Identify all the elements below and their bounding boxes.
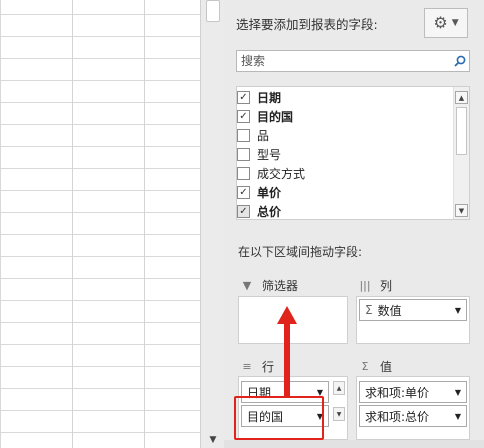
filter-icon: ▼ xyxy=(242,278,252,292)
columns-icon: ||| xyxy=(359,278,371,292)
scroll-down-arrow-icon[interactable]: ▼ xyxy=(205,434,221,446)
pivot-field-list-panel: 选择要添加到报表的字段: ⚙ ▼ ✓ 日期 ✓ 目的国 品 型号 成交方式 xyxy=(224,0,484,448)
chevron-down-icon[interactable]: ▼ xyxy=(455,306,461,315)
scroll-down-arrow-icon[interactable]: ▼ xyxy=(333,407,345,421)
chip-label: 数值 xyxy=(377,303,402,318)
search-input[interactable] xyxy=(237,51,451,71)
value-field-chip-unit-price[interactable]: 求和项:单价 ▼ xyxy=(359,381,467,403)
checkbox-unchecked[interactable] xyxy=(237,167,250,180)
field-label: 日期 xyxy=(257,91,282,105)
sigma-icon: Σ xyxy=(361,359,369,373)
field-label: 总价 xyxy=(257,205,282,219)
field-label: 品 xyxy=(257,129,270,143)
field-label: 型号 xyxy=(257,148,282,162)
columns-drop-area[interactable]: Σ 数值 ▼ xyxy=(356,296,470,344)
values-drop-area[interactable]: 求和项:单价 ▼ 求和项:总价 ▼ xyxy=(356,376,470,440)
checkbox-checked[interactable]: ✓ xyxy=(237,186,250,199)
chip-label: 求和项:总价 xyxy=(365,409,430,424)
scroll-up-arrow-icon[interactable]: ▲ xyxy=(333,381,345,395)
zone-title: 列 xyxy=(380,278,393,293)
rows-icon: ≡ xyxy=(242,359,252,373)
sigma-icon: Σ xyxy=(365,303,373,317)
panel-bottom-edge xyxy=(224,440,484,448)
spreadsheet-grid[interactable] xyxy=(0,0,200,448)
chevron-down-icon[interactable]: ▼ xyxy=(455,388,461,397)
column-divider xyxy=(144,0,145,448)
field-item-model[interactable]: 型号 xyxy=(237,145,281,164)
annotation-highlight-box xyxy=(234,396,324,440)
field-item-unit-price[interactable]: ✓ 单价 xyxy=(237,183,281,202)
chevron-down-icon: ▼ xyxy=(451,18,459,28)
filters-zone-header: ▼ 筛选器 xyxy=(240,276,298,294)
field-item-trade-term[interactable]: 成交方式 xyxy=(237,164,305,183)
rows-zone-header: ≡ 行 xyxy=(240,357,274,375)
chevron-down-icon[interactable]: ▼ xyxy=(455,412,461,421)
checkbox-unchecked[interactable] xyxy=(237,148,250,161)
search-icon[interactable] xyxy=(451,51,469,71)
field-list: ✓ 日期 ✓ 目的国 品 型号 成交方式 ✓ 单价 ✓ 总价 ▲ ▼ xyxy=(236,86,470,220)
annotation-arrow-icon xyxy=(277,306,297,398)
field-label: 目的国 xyxy=(257,110,294,124)
chip-label: 求和项:单价 xyxy=(365,385,430,400)
zone-title: 行 xyxy=(262,359,275,374)
field-list-scrollbar[interactable]: ▲ ▼ xyxy=(453,87,469,219)
field-item-total-price[interactable]: ✓ 总价 xyxy=(237,202,282,219)
field-label: 单价 xyxy=(257,186,282,200)
field-item-date[interactable]: ✓ 日期 xyxy=(237,88,281,107)
checkbox-checked[interactable]: ✓ xyxy=(237,110,250,123)
cell-grid[interactable] xyxy=(0,0,200,448)
checkbox-checked[interactable]: ✓ xyxy=(237,205,250,218)
scroll-down-arrow-icon[interactable]: ▼ xyxy=(455,204,468,217)
search-box[interactable] xyxy=(236,50,470,72)
column-divider xyxy=(72,0,73,448)
field-label: 成交方式 xyxy=(257,167,306,181)
gear-icon: ⚙ xyxy=(433,13,448,32)
scrollbar-thumb[interactable] xyxy=(456,107,467,155)
panel-title: 选择要添加到报表的字段: xyxy=(236,17,378,32)
checkbox-unchecked[interactable] xyxy=(237,129,250,142)
tools-button[interactable]: ⚙ ▼ xyxy=(424,8,468,38)
zone-title: 值 xyxy=(380,359,393,374)
drag-instructions: 在以下区域间拖动字段: xyxy=(238,245,363,259)
value-field-chip-total-price[interactable]: 求和项:总价 ▼ xyxy=(359,405,467,427)
column-field-chip[interactable]: Σ 数值 ▼ xyxy=(359,299,467,321)
field-item-destination[interactable]: ✓ 目的国 xyxy=(237,107,293,126)
zone-title: 筛选器 xyxy=(262,278,299,293)
values-zone-header: Σ 值 xyxy=(358,357,393,375)
field-item-product[interactable]: 品 xyxy=(237,126,269,145)
checkbox-checked[interactable]: ✓ xyxy=(237,91,250,104)
sheet-vertical-scrollbar[interactable]: ▼ xyxy=(200,0,224,448)
scroll-up-arrow-icon[interactable]: ▲ xyxy=(455,91,468,104)
columns-zone-header: ||| 列 xyxy=(358,276,392,294)
scrollbar-thumb[interactable] xyxy=(206,0,220,22)
